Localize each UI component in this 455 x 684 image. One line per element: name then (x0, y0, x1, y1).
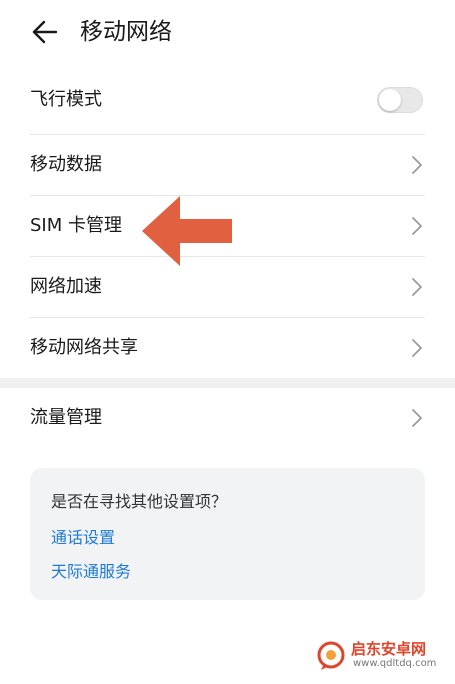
toggle-knob (379, 89, 401, 111)
suggestions-title: 是否在寻找其他设置项？ (51, 492, 228, 511)
chevron-right-icon (412, 217, 422, 235)
data-usage-management-row[interactable]: 流量管理 (30, 388, 425, 448)
airplane-mode-label: 飞行模式 (30, 89, 102, 110)
chevron-right-icon (412, 156, 422, 174)
call-settings-link[interactable]: 通话设置 (51, 524, 115, 548)
mobile-data-row[interactable]: 移动数据 (30, 135, 425, 195)
header-bar: 移动网络 (0, 0, 455, 70)
chevron-right-icon (412, 409, 422, 427)
airplane-mode-toggle[interactable] (377, 87, 423, 113)
chevron-right-icon (412, 278, 422, 296)
watermark: 启东安卓网 www.qdltdq.com (315, 636, 447, 676)
mobile-data-label: 移动数据 (30, 154, 102, 175)
network-acceleration-label: 网络加速 (30, 276, 102, 297)
mobile-network-sharing-label: 移动网络共享 (30, 337, 138, 358)
tianjitong-service-link[interactable]: 天际通服务 (51, 558, 131, 582)
mobile-network-sharing-row[interactable]: 移动网络共享 (30, 318, 425, 378)
page-title: 移动网络 (80, 19, 172, 45)
chevron-right-icon (412, 339, 422, 357)
chat-bubble-logo-icon (317, 641, 345, 670)
suggestions-card: 是否在寻找其他设置项？ 通话设置 天际通服务 (30, 468, 425, 600)
arrow-left-icon (32, 20, 58, 44)
back-button[interactable] (22, 14, 62, 50)
annotation-arrow-icon (142, 196, 232, 266)
watermark-url: www.qdltdq.com (353, 658, 437, 669)
mobile-network-settings-page: 移动网络 飞行模式 移动数据 SIM 卡管理 网络加速 移动网络共享 流量管理 … (0, 0, 455, 684)
airplane-mode-row[interactable]: 飞行模式 (30, 70, 425, 130)
sim-card-management-label: SIM 卡管理 (30, 215, 122, 236)
data-usage-management-label: 流量管理 (30, 407, 102, 428)
watermark-name: 启东安卓网 (351, 640, 427, 658)
section-separator (0, 378, 455, 388)
